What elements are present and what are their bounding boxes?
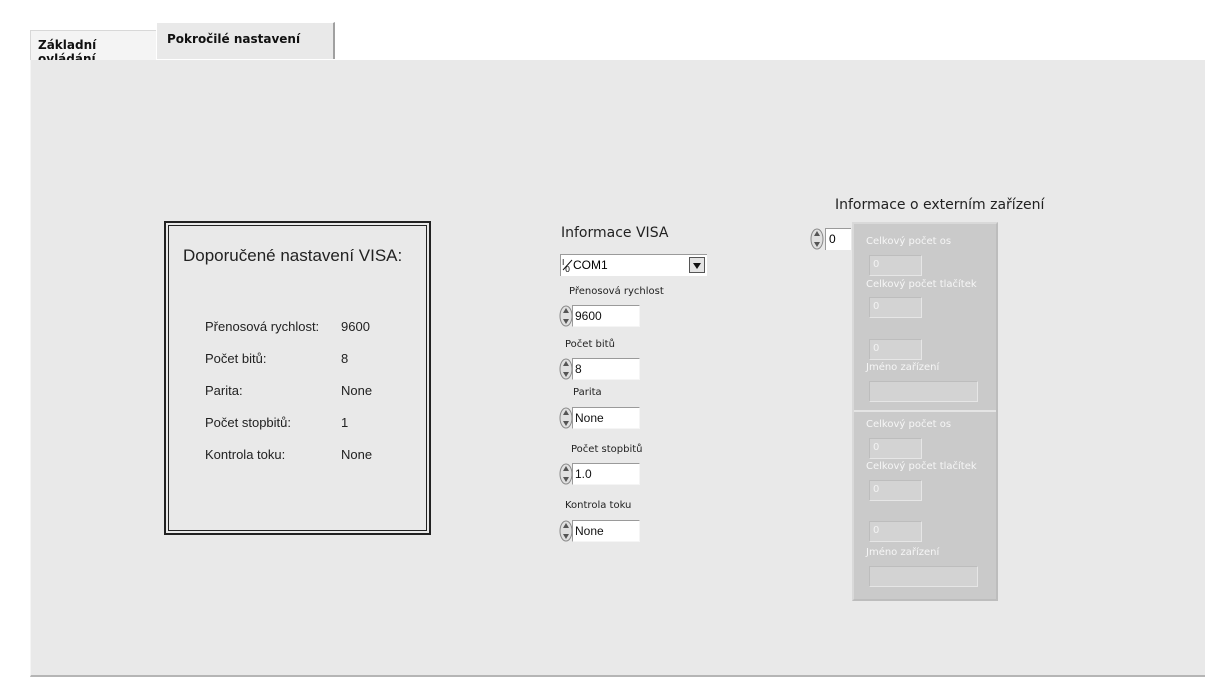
rec-value-baud: 9600	[341, 319, 370, 334]
stopbits-label: Počet stopbitů	[571, 444, 643, 455]
rec-label-bits: Počet bitů:	[205, 351, 267, 366]
bits-label: Počet bitů	[565, 339, 615, 350]
device-buttons-field: 0	[869, 480, 922, 501]
visa-resource-combo[interactable]: I 0 COM1	[560, 254, 707, 276]
device-extra-field: 0	[869, 339, 922, 360]
device-name-label: Jméno zařízení	[866, 362, 940, 373]
device-axes-label: Celkový počet os	[866, 236, 952, 247]
flow-stepper[interactable]	[559, 520, 573, 542]
stopbits-stepper[interactable]	[559, 463, 573, 485]
visa-info-title: Informace VISA	[561, 225, 669, 241]
svg-text:0: 0	[565, 265, 570, 273]
device-buttons-label: Celkový počet tlačítek	[866, 461, 977, 472]
rec-value-bits: 8	[341, 351, 349, 366]
rec-value-parity: None	[341, 383, 373, 398]
visa-resource-value: COM1	[573, 258, 608, 272]
triangle-down-icon	[693, 263, 701, 269]
visa-resource-dropdown[interactable]	[689, 257, 705, 273]
device-name-field	[869, 381, 978, 402]
bits-field[interactable]: 8	[572, 358, 640, 380]
rec-label-stopbits: Počet stopbitů:	[205, 415, 291, 430]
array-element-divider	[854, 410, 996, 412]
device-axes-label: Celkový počet os	[866, 419, 952, 430]
rec-label-parity: Parita:	[205, 383, 243, 398]
rec-value-stopbits: 1	[341, 415, 349, 430]
stopbits-field[interactable]: 1.0	[572, 463, 640, 485]
array-index-field[interactable]: 0	[825, 228, 851, 250]
svg-text:I: I	[562, 258, 564, 267]
parity-field[interactable]: None	[572, 407, 640, 429]
parity-stepper[interactable]	[559, 407, 573, 429]
rec-label-flow: Kontrola toku:	[205, 447, 286, 462]
recommended-settings-title: Doporučené nastavení VISA:	[183, 246, 403, 265]
device-axes-field: 0	[869, 438, 922, 459]
external-device-array: Celkový počet os 0 Celkový počet tlačíte…	[852, 222, 998, 601]
device-axes-field: 0	[869, 255, 922, 276]
baud-field[interactable]: 9600	[572, 305, 640, 327]
visa-resource-icon: I 0	[562, 258, 573, 273]
bits-stepper[interactable]	[559, 358, 573, 380]
external-info-title: Informace o externím zařízení	[835, 197, 1045, 213]
baud-label: Přenosová rychlost	[569, 286, 664, 297]
baud-stepper[interactable]	[559, 305, 573, 327]
parity-label: Parita	[573, 387, 602, 398]
array-index-stepper[interactable]	[810, 228, 824, 250]
device-name-field	[869, 566, 978, 587]
device-buttons-field: 0	[869, 297, 922, 318]
rec-label-baud: Přenosová rychlost:	[205, 319, 320, 334]
tab-basic-control[interactable]: Základní ovládání	[30, 30, 156, 66]
device-buttons-label: Celkový počet tlačítek	[866, 279, 977, 290]
recommended-settings-box: Doporučené nastavení VISA: Přenosová ryc…	[164, 221, 431, 535]
flow-label: Kontrola toku	[565, 500, 632, 511]
device-extra-field: 0	[869, 521, 922, 542]
device-name-label: Jméno zařízení	[866, 547, 940, 558]
rec-value-flow: None	[341, 447, 373, 462]
flow-field[interactable]: None	[572, 520, 640, 542]
tab-advanced-settings[interactable]: Pokročilé nastavení	[156, 22, 335, 59]
